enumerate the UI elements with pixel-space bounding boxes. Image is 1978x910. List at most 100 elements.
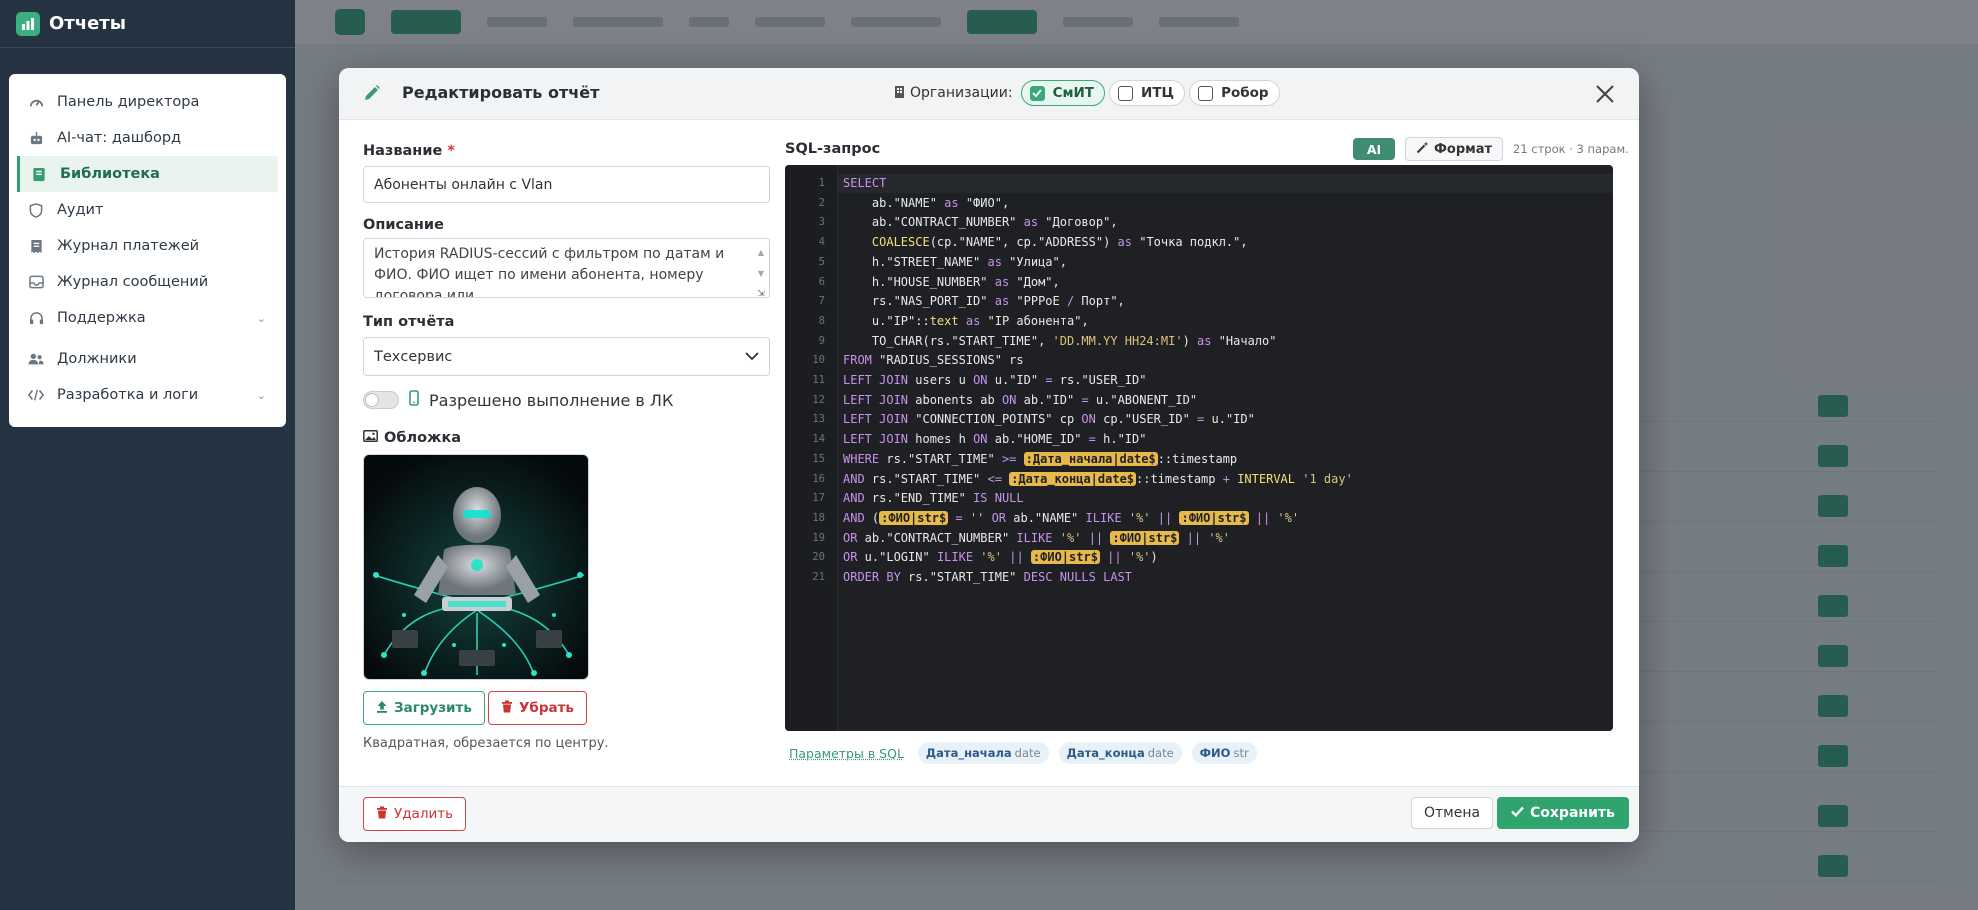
code-line: OR u."LOGIN" ILIKE '%' || :ФИО|str$ || '… [843, 550, 1158, 565]
cover-label: Обложка [363, 430, 461, 446]
line-number: 19 [812, 531, 825, 544]
description-text: История RADIUS-сессий с фильтром по дата… [374, 246, 725, 298]
format-sql-button[interactable]: Формат [1405, 137, 1504, 161]
image-icon [363, 430, 378, 446]
line-number: 15 [812, 452, 825, 465]
modal-header: Редактировать отчёт Организации: СмИТ ИТ… [339, 68, 1639, 120]
check-icon [1511, 805, 1524, 821]
chevron-down-icon [745, 349, 759, 365]
trash-icon [376, 806, 388, 823]
org-label: СмИТ [1052, 85, 1095, 101]
building-icon [894, 85, 905, 102]
sidebar-item-library[interactable]: Библиотека [17, 156, 278, 192]
report-type-label: Тип отчёта [363, 314, 455, 330]
checkbox-unchecked-icon [1118, 85, 1134, 101]
code-line: SELECT [843, 176, 887, 190]
chevron-down-icon[interactable]: ⌄ [257, 389, 266, 402]
code-line: AND (:ФИО|str$ = '' OR ab."NAME" ILIKE '… [843, 510, 1300, 525]
line-number: 13 [812, 413, 825, 426]
line-number: 9 [818, 334, 825, 347]
trash-icon [501, 700, 513, 717]
required-marker: * [447, 143, 455, 159]
sidebar-item-debtors[interactable]: Должники [9, 341, 278, 377]
description-textarea[interactable]: История RADIUS-сессий с фильтром по дата… [363, 238, 770, 298]
line-number-gutter: 1 2 3 4 5 6 7 8 9 10 11 12 13 14 15 16 17 18 19 20 21 [785, 165, 838, 731]
code-line: h."HOUSE_NUMBER" as "Дом", [843, 274, 1060, 289]
sidebar-header: Отчеты [0, 0, 295, 48]
name-input[interactable] [363, 166, 770, 203]
sql-params-label[interactable]: Параметры в SQL [789, 746, 904, 761]
checkbox-unchecked-icon [1198, 85, 1214, 101]
cover-image-robot [363, 454, 589, 680]
cancel-button[interactable]: Отмена [1411, 797, 1494, 829]
sidebar-item-messages-log[interactable]: Журнал сообщений [9, 264, 278, 300]
lk-toggle-row: Разрешено выполнение в ЛК [363, 390, 673, 410]
line-number: 10 [812, 354, 825, 367]
sidebar-item-dev-logs[interactable]: Разработка и логи ⌄ [9, 377, 278, 413]
modal-footer: Удалить Отмена Сохранить [339, 786, 1639, 842]
delete-report-button[interactable]: Удалить [363, 797, 467, 831]
sidebar-item-payments-log[interactable]: Журнал платежей [9, 228, 278, 264]
param-chip-start-date[interactable]: Дата_начала date [917, 742, 1049, 764]
sidebar: Отчеты Панель директора AI-чат: дашборд … [0, 0, 295, 910]
code-icon [27, 386, 45, 404]
sidebar-item-label: Аудит [57, 202, 104, 218]
lk-toggle[interactable] [363, 391, 399, 409]
line-number: 11 [812, 374, 825, 386]
code-line: h."STREET_NAME" as "Улица", [843, 254, 1067, 269]
app-title: Отчеты [49, 13, 127, 34]
line-number: 18 [812, 511, 825, 524]
org-checkbox-robor[interactable]: Робор [1189, 80, 1280, 106]
code-line: LEFT JOIN users u ON u."ID" = rs."USER_I… [843, 373, 1147, 387]
line-number: 6 [818, 275, 825, 288]
save-button[interactable]: Сохранить [1497, 797, 1629, 829]
description-label: Описание [363, 217, 444, 233]
sidebar-item-ai-chat[interactable]: AI-чат: дашборд [9, 120, 278, 156]
report-type-select[interactable]: Техсервис [363, 337, 770, 376]
sidebar-item-director-panel[interactable]: Панель директора [9, 84, 278, 120]
upload-icon [376, 700, 388, 717]
remove-cover-button[interactable]: Убрать [488, 691, 587, 725]
code-line: LEFT JOIN homes h ON ab."HOME_ID" = h."I… [843, 432, 1147, 447]
cover-hint: Квадратная, обрезается по центру. [363, 736, 609, 751]
line-number: 1 [818, 177, 825, 189]
line-number: 14 [812, 433, 825, 446]
param-chip-fio[interactable]: ФИО str [1191, 742, 1257, 764]
chevron-down-icon[interactable]: ⌄ [257, 312, 266, 325]
receipt-icon [27, 237, 45, 255]
upload-cover-button[interactable]: Загрузить [363, 691, 485, 725]
code-line: ab."NAME" as "ФИО", [843, 195, 1010, 210]
line-number: 4 [818, 236, 825, 249]
org-checkbox-smit[interactable]: СмИТ [1020, 80, 1106, 106]
sidebar-item-audit[interactable]: Аудит [9, 192, 278, 228]
close-icon[interactable] [1593, 82, 1617, 106]
phone-icon [409, 390, 419, 410]
textarea-scrollbar[interactable]: ▲ ▼ ⇲ [756, 242, 766, 297]
org-checkbox-itc[interactable]: ИТЦ [1109, 80, 1186, 106]
sidebar-menu: Панель директора AI-чат: дашборд Библиот… [9, 74, 286, 427]
current-line-highlight [838, 174, 1613, 193]
sql-editor[interactable]: 1 2 3 4 5 6 7 8 9 10 11 12 13 14 15 16 17 18 19 20 21 SELECT… [785, 165, 1613, 731]
org-label: ИТЦ [1141, 85, 1175, 101]
pencil-icon [363, 84, 381, 106]
lk-toggle-label: Разрешено выполнение в ЛК [429, 390, 674, 410]
shield-icon [27, 201, 45, 219]
param-chip-end-date[interactable]: Дата_конца date [1058, 742, 1182, 764]
report-type-value: Техсервис [374, 348, 453, 365]
line-number: 2 [818, 196, 825, 209]
sidebar-item-label: Разработка и логи [57, 387, 199, 403]
code-line: LEFT JOIN "CONNECTION_POINTS" cp ON cp."… [843, 412, 1255, 427]
sidebar-item-label: Панель директора [57, 94, 200, 110]
edit-report-modal: Редактировать отчёт Организации: СмИТ ИТ… [339, 68, 1639, 842]
inbox-icon [27, 273, 45, 291]
book-icon [30, 165, 48, 183]
sidebar-item-label: Библиотека [60, 166, 160, 182]
code-line: rs."NAS_PORT_ID" as "PPPoE / Порт", [843, 294, 1125, 309]
sidebar-item-support[interactable]: Поддержка ⌄ [9, 300, 278, 336]
code-line: AND rs."START_TIME" <= :Дата_конца|date$… [843, 471, 1353, 486]
organizations-label: Организации: [910, 85, 1013, 101]
gauge-icon [27, 93, 45, 111]
ai-button[interactable]: AI [1353, 138, 1395, 160]
magic-wand-icon [1416, 141, 1429, 158]
line-number: 3 [818, 216, 825, 229]
